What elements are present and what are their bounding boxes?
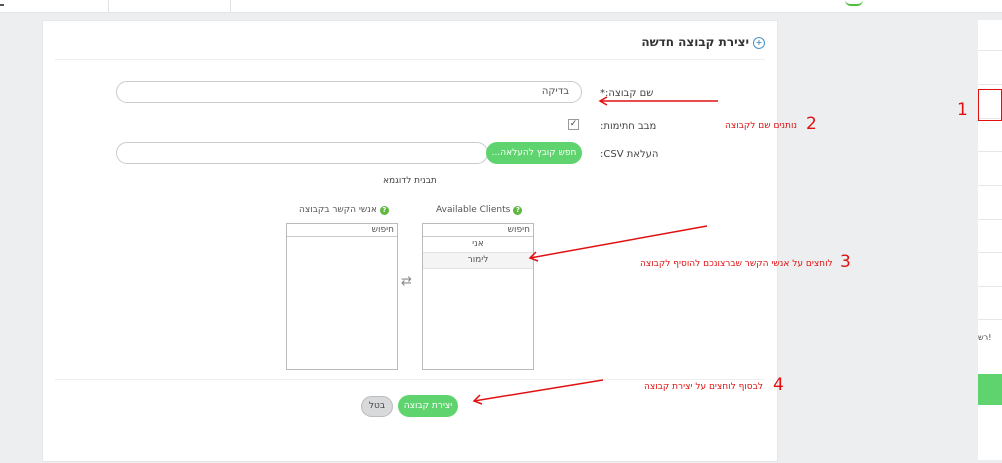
annotation-arrows <box>472 96 718 405</box>
annotation-number: 2 <box>806 114 817 134</box>
annotation-number: 1 <box>957 100 968 120</box>
annotation-text: לבסוף לוחצים על יצירת קבוצה <box>644 382 763 392</box>
annotation-number: 3 <box>840 252 851 272</box>
annotation-arrow <box>529 225 708 259</box>
annotation-arrow <box>473 379 604 402</box>
annotation-highlight-box <box>978 89 1002 121</box>
annotation-text: נותנים שם לקבוצה <box>725 121 798 131</box>
annotation-number: 4 <box>773 375 784 395</box>
annotation-text: לוחצים על אנשי הקשר שברצונכם להוסיף לקבו… <box>640 259 833 269</box>
